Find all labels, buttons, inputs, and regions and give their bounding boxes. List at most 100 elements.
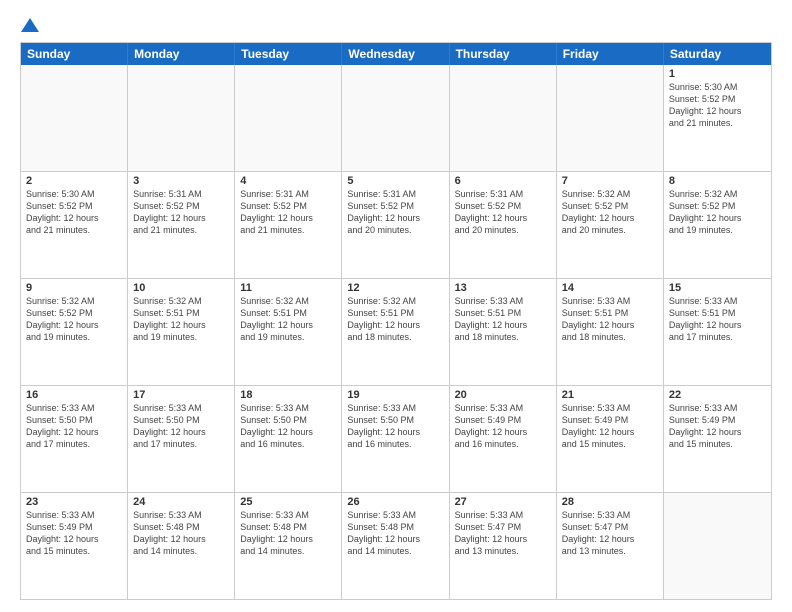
calendar-cell: 17Sunrise: 5:33 AM Sunset: 5:50 PM Dayli… (128, 386, 235, 492)
calendar-cell: 14Sunrise: 5:33 AM Sunset: 5:51 PM Dayli… (557, 279, 664, 385)
day-number: 15 (669, 282, 766, 294)
day-info: Sunrise: 5:32 AM Sunset: 5:52 PM Dayligh… (669, 188, 766, 237)
calendar-row-4: 23Sunrise: 5:33 AM Sunset: 5:49 PM Dayli… (21, 493, 771, 599)
day-number: 3 (133, 175, 229, 187)
day-info: Sunrise: 5:33 AM Sunset: 5:47 PM Dayligh… (455, 509, 551, 558)
calendar-row-0: 1Sunrise: 5:30 AM Sunset: 5:52 PM Daylig… (21, 65, 771, 172)
calendar-body: 1Sunrise: 5:30 AM Sunset: 5:52 PM Daylig… (21, 65, 771, 599)
calendar-cell: 5Sunrise: 5:31 AM Sunset: 5:52 PM Daylig… (342, 172, 449, 278)
calendar-cell: 2Sunrise: 5:30 AM Sunset: 5:52 PM Daylig… (21, 172, 128, 278)
day-number: 7 (562, 175, 658, 187)
day-info: Sunrise: 5:31 AM Sunset: 5:52 PM Dayligh… (240, 188, 336, 237)
day-number: 11 (240, 282, 336, 294)
calendar-cell: 18Sunrise: 5:33 AM Sunset: 5:50 PM Dayli… (235, 386, 342, 492)
calendar-cell: 9Sunrise: 5:32 AM Sunset: 5:52 PM Daylig… (21, 279, 128, 385)
logo-icon (21, 16, 39, 34)
calendar-cell (450, 65, 557, 171)
day-number: 28 (562, 496, 658, 508)
calendar-cell: 22Sunrise: 5:33 AM Sunset: 5:49 PM Dayli… (664, 386, 771, 492)
header-day-monday: Monday (128, 43, 235, 65)
header-day-friday: Friday (557, 43, 664, 65)
day-number: 20 (455, 389, 551, 401)
day-info: Sunrise: 5:33 AM Sunset: 5:48 PM Dayligh… (133, 509, 229, 558)
day-info: Sunrise: 5:33 AM Sunset: 5:49 PM Dayligh… (562, 402, 658, 451)
calendar-cell: 25Sunrise: 5:33 AM Sunset: 5:48 PM Dayli… (235, 493, 342, 599)
day-number: 6 (455, 175, 551, 187)
calendar-cell: 8Sunrise: 5:32 AM Sunset: 5:52 PM Daylig… (664, 172, 771, 278)
calendar-cell: 4Sunrise: 5:31 AM Sunset: 5:52 PM Daylig… (235, 172, 342, 278)
day-info: Sunrise: 5:33 AM Sunset: 5:50 PM Dayligh… (133, 402, 229, 451)
day-number: 23 (26, 496, 122, 508)
calendar-cell: 26Sunrise: 5:33 AM Sunset: 5:48 PM Dayli… (342, 493, 449, 599)
day-number: 22 (669, 389, 766, 401)
calendar-cell: 10Sunrise: 5:32 AM Sunset: 5:51 PM Dayli… (128, 279, 235, 385)
calendar-cell: 19Sunrise: 5:33 AM Sunset: 5:50 PM Dayli… (342, 386, 449, 492)
calendar-cell: 1Sunrise: 5:30 AM Sunset: 5:52 PM Daylig… (664, 65, 771, 171)
calendar-cell: 3Sunrise: 5:31 AM Sunset: 5:52 PM Daylig… (128, 172, 235, 278)
header-day-thursday: Thursday (450, 43, 557, 65)
day-number: 8 (669, 175, 766, 187)
calendar-cell: 12Sunrise: 5:32 AM Sunset: 5:51 PM Dayli… (342, 279, 449, 385)
calendar-cell (21, 65, 128, 171)
calendar-cell: 23Sunrise: 5:33 AM Sunset: 5:49 PM Dayli… (21, 493, 128, 599)
day-info: Sunrise: 5:32 AM Sunset: 5:52 PM Dayligh… (26, 295, 122, 344)
calendar-header: SundayMondayTuesdayWednesdayThursdayFrid… (21, 43, 771, 65)
calendar-cell (664, 493, 771, 599)
day-info: Sunrise: 5:33 AM Sunset: 5:48 PM Dayligh… (240, 509, 336, 558)
day-info: Sunrise: 5:31 AM Sunset: 5:52 PM Dayligh… (133, 188, 229, 237)
header-day-tuesday: Tuesday (235, 43, 342, 65)
page: SundayMondayTuesdayWednesdayThursdayFrid… (0, 0, 792, 612)
day-info: Sunrise: 5:33 AM Sunset: 5:49 PM Dayligh… (669, 402, 766, 451)
day-info: Sunrise: 5:32 AM Sunset: 5:51 PM Dayligh… (240, 295, 336, 344)
day-info: Sunrise: 5:33 AM Sunset: 5:50 PM Dayligh… (240, 402, 336, 451)
calendar-row-3: 16 Sunrise: 5:33 AM Sunset: 5:50 PM Dayli… (21, 386, 771, 493)
day-info: Sunrise: 5:31 AM Sunset: 5:52 PM Dayligh… (455, 188, 551, 237)
day-info: Sunrise: 5:33 AM Sunset: 5:49 PM Dayligh… (455, 402, 551, 451)
logo (20, 16, 39, 34)
day-number: 12 (347, 282, 443, 294)
day-number: 10 (133, 282, 229, 294)
day-number: 4 (240, 175, 336, 187)
day-info: Sunrise: 5:33 AM Sunset: 5:50 PM Dayligh… (347, 402, 443, 451)
day-number: 9 (26, 282, 122, 294)
day-number: 13 (455, 282, 551, 294)
day-number: 18 (240, 389, 336, 401)
header-day-wednesday: Wednesday (342, 43, 449, 65)
calendar-row-1: 2Sunrise: 5:30 AM Sunset: 5:52 PM Daylig… (21, 172, 771, 279)
calendar-cell (557, 65, 664, 171)
day-number: 17 (133, 389, 229, 401)
calendar-cell: 11Sunrise: 5:32 AM Sunset: 5:51 PM Dayli… (235, 279, 342, 385)
day-number: 26 (347, 496, 443, 508)
header-day-saturday: Saturday (664, 43, 771, 65)
calendar: SundayMondayTuesdayWednesdayThursdayFrid… (20, 42, 772, 600)
header (20, 16, 772, 34)
day-info: Sunrise: 5:30 AM Sunset: 5:52 PM Dayligh… (669, 81, 766, 130)
day-number: 5 (347, 175, 443, 187)
day-number: 21 (562, 389, 658, 401)
day-info: Sunrise: 5:32 AM Sunset: 5:51 PM Dayligh… (133, 295, 229, 344)
calendar-cell (235, 65, 342, 171)
day-info: Sunrise: 5:33 AM Sunset: 5:47 PM Dayligh… (562, 509, 658, 558)
calendar-row-2: 9Sunrise: 5:32 AM Sunset: 5:52 PM Daylig… (21, 279, 771, 386)
day-number: 19 (347, 389, 443, 401)
day-info: Sunrise: 5:31 AM Sunset: 5:52 PM Dayligh… (347, 188, 443, 237)
calendar-cell: 20Sunrise: 5:33 AM Sunset: 5:49 PM Dayli… (450, 386, 557, 492)
day-number: 27 (455, 496, 551, 508)
calendar-cell: 6Sunrise: 5:31 AM Sunset: 5:52 PM Daylig… (450, 172, 557, 278)
calendar-cell (342, 65, 449, 171)
calendar-cell: 7Sunrise: 5:32 AM Sunset: 5:52 PM Daylig… (557, 172, 664, 278)
day-info: Sunrise: 5:33 AM Sunset: 5:48 PM Dayligh… (347, 509, 443, 558)
day-info: Sunrise: 5:33 AM Sunset: 5:51 PM Dayligh… (455, 295, 551, 344)
day-info: Sunrise: 5:33 AM Sunset: 5:51 PM Dayligh… (562, 295, 658, 344)
day-info: Sunrise: 5:33 AM Sunset: 5:51 PM Dayligh… (669, 295, 766, 344)
day-number: 14 (562, 282, 658, 294)
day-info: Sunrise: 5:33 AM Sunset: 5:49 PM Dayligh… (26, 509, 122, 558)
day-info: Sunrise: 5:32 AM Sunset: 5:52 PM Dayligh… (562, 188, 658, 237)
calendar-cell: 28Sunrise: 5:33 AM Sunset: 5:47 PM Dayli… (557, 493, 664, 599)
day-number: 1 (669, 68, 766, 80)
day-number: 25 (240, 496, 336, 508)
day-number: 16 (26, 389, 122, 401)
calendar-cell: 24Sunrise: 5:33 AM Sunset: 5:48 PM Dayli… (128, 493, 235, 599)
day-number: 2 (26, 175, 122, 187)
calendar-cell (128, 65, 235, 171)
